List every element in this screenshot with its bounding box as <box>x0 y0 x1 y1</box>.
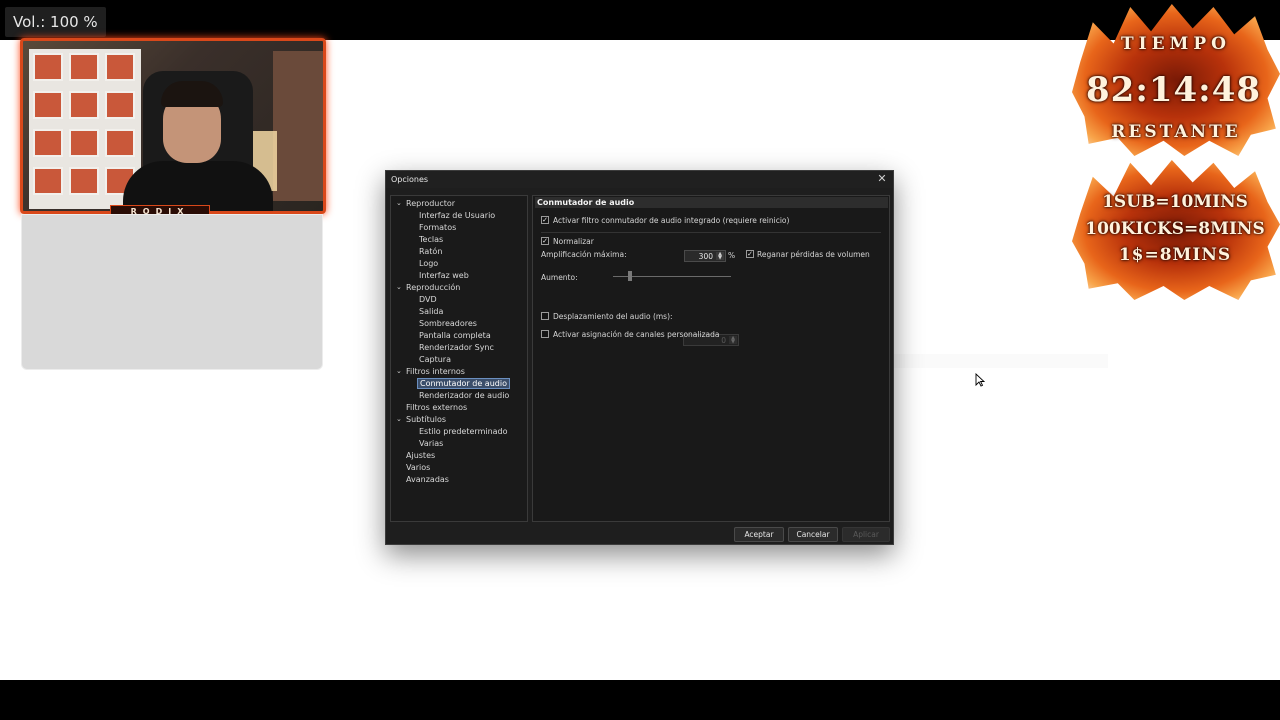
panel-header: Conmutador de audio <box>535 197 888 208</box>
cancel-button[interactable]: Cancelar <box>788 527 838 542</box>
volume-osd: Vol.: 100 % <box>5 7 106 37</box>
rule-kicks: 100KICKS=8MINS <box>1085 219 1265 239</box>
streamer-hair <box>161 81 223 107</box>
tree-item[interactable]: Sombreadores <box>419 318 477 329</box>
close-icon[interactable]: ✕ <box>876 173 888 185</box>
custom-channels-checkbox[interactable] <box>541 330 549 338</box>
regain-label[interactable]: Reganar pérdidas de volumen <box>757 250 870 259</box>
spin-arrows-icon: ▲ ▼ <box>729 336 737 345</box>
shelf <box>29 49 141 209</box>
options-dialog: Opciones ✕ ⌄ Reproductor Interfaz de Usuar… <box>385 170 894 545</box>
webcam-overlay <box>20 38 326 214</box>
tree-item[interactable]: Captura <box>419 354 451 365</box>
tree-item[interactable]: Interfaz de Usuario <box>419 210 495 221</box>
custom-channels-label[interactable]: Activar asignación de canales personaliz… <box>553 330 719 339</box>
chevron-down-icon[interactable]: ⌄ <box>396 416 402 423</box>
rule-sub: 1SUB=10MINS <box>1102 192 1248 212</box>
enable-switcher-label[interactable]: Activar filtro conmutador de audio integ… <box>553 216 789 225</box>
dialog-titlebar[interactable]: Opciones ✕ <box>386 171 893 188</box>
enable-switcher-checkbox[interactable]: ✓ <box>541 216 549 224</box>
rule-dollar: 1$=8MINS <box>1118 245 1232 265</box>
normalize-label[interactable]: Normalizar <box>553 237 594 246</box>
tree-item[interactable]: Filtros externos <box>406 402 467 413</box>
chevron-down-icon[interactable]: ⌄ <box>396 284 402 291</box>
tree-item[interactable]: Renderizador Sync <box>419 342 494 353</box>
tree-item[interactable]: Ajustes <box>406 450 435 461</box>
audio-shift-value: 0 <box>721 336 726 345</box>
tree-item[interactable]: Varios <box>406 462 430 473</box>
max-amp-value: 300 <box>698 252 713 261</box>
tree-item[interactable]: Avanzadas <box>406 474 449 485</box>
tree-item[interactable]: Reproductor <box>406 198 455 209</box>
bottom-bar <box>0 680 1280 720</box>
tree-item[interactable]: Renderizador de audio <box>419 390 509 401</box>
dialog-title: Opciones <box>391 175 429 184</box>
audio-shift-checkbox[interactable] <box>541 312 549 320</box>
audio-shift-label[interactable]: Desplazamiento del audio (ms): <box>553 312 673 321</box>
webcam-panel <box>21 214 323 370</box>
apply-button[interactable]: Aplicar <box>842 527 890 542</box>
tree-item[interactable]: Subtítulos <box>406 414 446 425</box>
tree-item[interactable]: Interfaz web <box>419 270 469 281</box>
mouse-cursor-icon <box>975 373 985 387</box>
timer-value: 82:14:48 <box>1086 70 1262 110</box>
chevron-down-icon[interactable]: ⌄ <box>396 200 402 207</box>
max-amp-unit: % <box>728 251 736 260</box>
options-tree: ⌄ Reproductor Interfaz de Usuario Formatos T… <box>390 195 528 522</box>
settings-panel: Conmutador de audio ✓ Activar filtro con… <box>532 195 890 522</box>
tree-item[interactable]: Ratón <box>419 246 442 257</box>
max-amp-spinbox[interactable]: 300 ▲ ▼ <box>684 250 726 262</box>
tree-item[interactable]: Salida <box>419 306 443 317</box>
separator <box>541 232 881 233</box>
tree-item[interactable]: Conmutador de audio <box>417 378 510 389</box>
tree-item[interactable]: DVD <box>419 294 437 305</box>
tree-item[interactable]: Teclas <box>419 234 443 245</box>
spin-arrows-icon[interactable]: ▲ ▼ <box>716 252 724 261</box>
boost-slider-thumb[interactable] <box>628 271 632 281</box>
timer-title: TIEMPO <box>1121 34 1231 54</box>
screen: Vol.: 100 % RODIX TIEMPO 82:14:48 RESTAN… <box>0 0 1280 720</box>
tree-item[interactable]: Filtros internos <box>406 366 465 377</box>
regain-checkbox[interactable]: ✓ <box>746 250 754 258</box>
max-amp-label: Amplificación máxima: <box>541 250 627 259</box>
tree-item[interactable]: Varias <box>419 438 443 449</box>
tree-item[interactable]: Formatos <box>419 222 456 233</box>
tree-item[interactable]: Reproducción <box>406 282 460 293</box>
tree-item[interactable]: Logo <box>419 258 438 269</box>
timer-subtitle: RESTANTE <box>1111 122 1241 142</box>
accept-button[interactable]: Aceptar <box>734 527 784 542</box>
shelf-right <box>273 51 323 201</box>
tree-item[interactable]: Estilo predeterminado <box>419 426 508 437</box>
tree-item[interactable]: Pantalla completa <box>419 330 491 341</box>
chevron-down-icon[interactable]: ⌄ <box>396 368 402 375</box>
boost-label: Aumento: <box>541 273 578 282</box>
normalize-checkbox[interactable]: ✓ <box>541 237 549 245</box>
